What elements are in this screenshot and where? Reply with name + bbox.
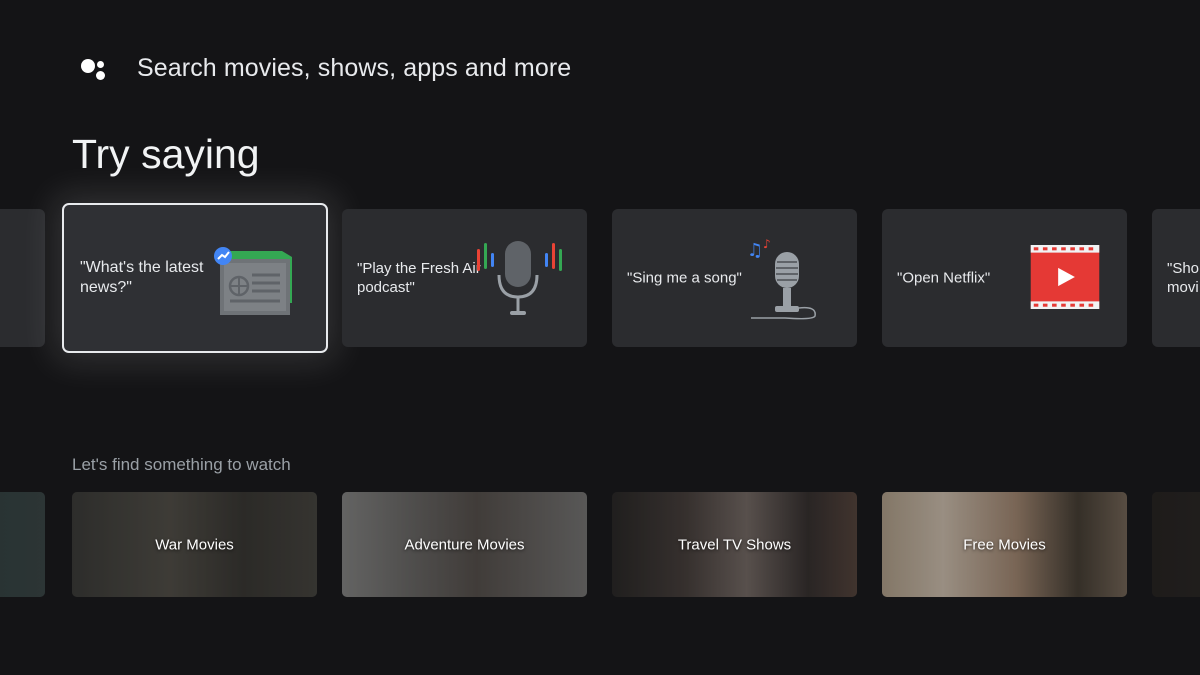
- category-tile-travel-tv-shows[interactable]: Travel TV Shows: [612, 492, 857, 597]
- singing-microphone-icon: ♫ ♪: [747, 237, 816, 320]
- google-assistant-icon: [78, 52, 110, 84]
- google-tv-search-screen: Search movies, shows, apps and more Try …: [0, 0, 1200, 675]
- suggestion-card-netflix[interactable]: "Open Netflix": [882, 209, 1127, 347]
- suggestion-label: "What's the latest news?": [80, 259, 204, 296]
- category-tile-free-movies[interactable]: Free Movies: [882, 492, 1127, 597]
- search-bar[interactable]: Search movies, shows, apps and more: [78, 50, 571, 86]
- category-label: Travel TV Shows: [677, 536, 792, 553]
- suggestion-label: "Sho movi: [1167, 260, 1200, 296]
- film-play-icon: [1030, 245, 1100, 309]
- suggestion-card-sing[interactable]: "Sing me a song" ♫ ♪: [612, 209, 857, 347]
- svg-text:♪: ♪: [763, 237, 771, 251]
- category-tile[interactable]: [1152, 492, 1200, 597]
- category-label: War Movies: [155, 536, 234, 553]
- suggestion-label: "Open Netflix": [897, 269, 991, 287]
- suggestion-label: "Sing me a song": [627, 269, 742, 287]
- search-placeholder: Search movies, shows, apps and more: [137, 53, 572, 82]
- suggestion-card-partial[interactable]: "Sho movi: [1152, 209, 1200, 347]
- try-saying-heading: Try saying: [72, 131, 260, 177]
- find-something-heading: Let's find something to watch: [72, 455, 291, 474]
- suggestion-card-podcast[interactable]: "Play the Fresh Air podcast": [342, 209, 587, 347]
- suggestion-card-turntable[interactable]: [0, 209, 45, 347]
- category-tile-war-movies[interactable]: War Movies: [72, 492, 317, 597]
- podcast-microphone-icon: [477, 241, 562, 315]
- category-tile[interactable]: [0, 492, 45, 597]
- category-label: Free Movies: [963, 536, 1046, 553]
- suggestion-card-news[interactable]: "What's the latest news?": [62, 203, 328, 353]
- category-tile-adventure-movies[interactable]: Adventure Movies: [342, 492, 587, 597]
- category-label: Adventure Movies: [404, 536, 525, 553]
- turntable-icon: [0, 253, 21, 319]
- suggestion-label: "Play the Fresh Air podcast": [357, 260, 481, 296]
- svg-text:♫: ♫: [747, 240, 763, 261]
- newspaper-icon: [214, 247, 292, 315]
